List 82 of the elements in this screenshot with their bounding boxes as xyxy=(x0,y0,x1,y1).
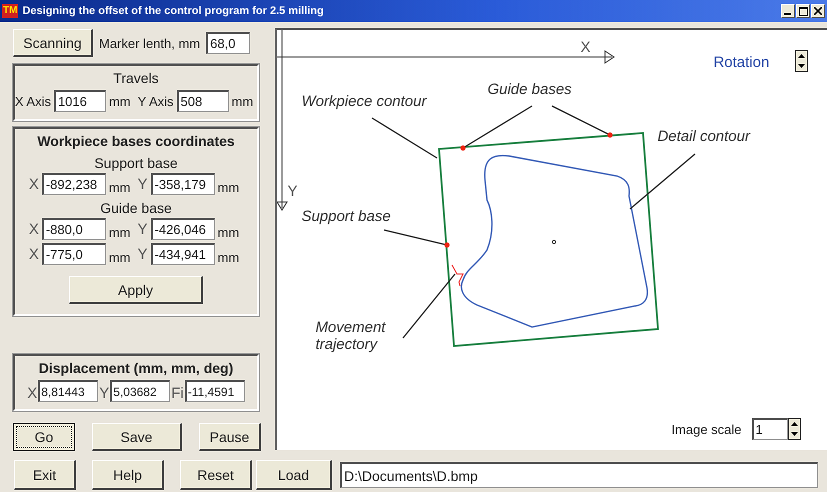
coordinate-field[interactable]: -892,238 xyxy=(42,173,106,195)
axis-label: Y xyxy=(138,176,148,192)
image-scale-field[interactable]: 1 xyxy=(752,418,788,440)
leader-line xyxy=(402,274,456,338)
up-arrow-icon xyxy=(790,422,798,426)
image-scale-label: Image scale xyxy=(671,422,742,436)
support-base-point xyxy=(444,242,450,248)
bottom-button[interactable]: Exit xyxy=(14,460,76,490)
maximize-button[interactable] xyxy=(796,4,810,18)
travels-title: Travels xyxy=(113,70,159,86)
unit-label: mm xyxy=(232,94,254,108)
coordinate-field[interactable]: -880,0 xyxy=(42,218,106,240)
unit-label: mm xyxy=(218,250,240,265)
coordinate-field[interactable]: -775,0 xyxy=(42,243,106,265)
bottom-button[interactable]: Reset xyxy=(180,460,252,490)
app-logo: TM xyxy=(2,4,18,18)
unit-label: mm xyxy=(108,225,130,240)
coordinate-field[interactable]: -358,179 xyxy=(150,173,215,195)
unit-label: mm xyxy=(218,225,240,240)
displacement-title: Displacement (mm, mm, deg) xyxy=(38,360,234,376)
leader-line xyxy=(630,154,696,210)
action-button[interactable]: Pause xyxy=(199,423,261,451)
movement-trajectory xyxy=(452,264,464,286)
down-arrow-icon xyxy=(790,432,798,436)
bottom-button[interactable]: Load xyxy=(256,460,332,490)
center-point xyxy=(552,240,557,244)
travel-field[interactable]: 1016 xyxy=(54,90,106,112)
unit-label: mm xyxy=(218,180,240,195)
axis-label: X xyxy=(28,176,39,192)
scanning-button[interactable]: Scanning xyxy=(13,29,93,57)
rotation-label: Rotation xyxy=(713,54,770,71)
annotation-label: Movement trajectory xyxy=(315,319,387,353)
close-icon xyxy=(814,7,822,15)
axis-label: Fi xyxy=(171,385,184,402)
annotation-label: Support base xyxy=(301,208,391,225)
base-title: Guide base xyxy=(100,200,172,216)
axis-label: X xyxy=(28,220,39,238)
leader-line xyxy=(552,105,611,136)
spin-up-button[interactable] xyxy=(788,419,800,429)
displacement-field[interactable]: 5,03682 xyxy=(110,380,170,402)
apply-button[interactable]: Apply xyxy=(69,276,203,304)
axis-label: X Axis xyxy=(14,94,51,108)
displacement-field[interactable]: -11,4591 xyxy=(184,380,245,402)
action-button[interactable]: Save xyxy=(92,423,182,451)
marker-length-label: Marker lenth, mm xyxy=(99,36,200,50)
down-arrow-icon xyxy=(798,64,806,68)
close-button[interactable] xyxy=(811,4,825,18)
coordinate-field[interactable]: -426,046 xyxy=(150,218,215,240)
guide-base-point xyxy=(460,145,466,151)
axis-label: X xyxy=(28,246,39,262)
travel-field[interactable]: 508 xyxy=(176,90,229,112)
axis-label: Y xyxy=(138,220,148,238)
axis-label: Y xyxy=(138,246,148,262)
minimize-button[interactable] xyxy=(781,4,795,18)
spin-down-button[interactable] xyxy=(788,429,800,439)
unit-label: mm xyxy=(108,250,130,265)
up-arrow-icon xyxy=(798,54,806,58)
x-axis-label: X xyxy=(580,39,590,56)
maximize-icon xyxy=(798,6,808,16)
annotation-label: Guide bases xyxy=(487,81,572,98)
coordinate-field[interactable]: -434,941 xyxy=(150,243,215,265)
annotation-label: Workpiece contour xyxy=(301,93,426,110)
y-axis-label: Y xyxy=(287,183,298,200)
leader-line xyxy=(463,105,533,149)
base-title: Support base xyxy=(94,155,178,171)
unit-label: mm xyxy=(108,94,131,108)
marker-length-field[interactable]: 68,0 xyxy=(206,32,250,54)
spin-up-button[interactable] xyxy=(796,51,808,61)
action-button[interactable]: Go xyxy=(13,423,75,451)
axis-label: Y xyxy=(99,385,110,402)
guide-base-point xyxy=(608,132,614,138)
displacement-field[interactable]: 8,81443 xyxy=(38,380,98,402)
bottom-button[interactable]: Help xyxy=(92,460,164,490)
bases-title: Workpiece bases coordinates xyxy=(37,133,235,149)
unit-label: mm xyxy=(108,180,130,195)
axis-label: Y Axis xyxy=(138,94,174,108)
file-path-field[interactable]: D:\Documents\D.bmp xyxy=(340,462,818,488)
window-title: Designing the offset of the control program for 2.5 milling xyxy=(22,5,325,17)
annotation-label: Detail contour xyxy=(657,128,750,145)
spin-down-button[interactable] xyxy=(796,61,808,71)
leader-line xyxy=(372,117,438,159)
axis-label: X xyxy=(27,385,38,402)
